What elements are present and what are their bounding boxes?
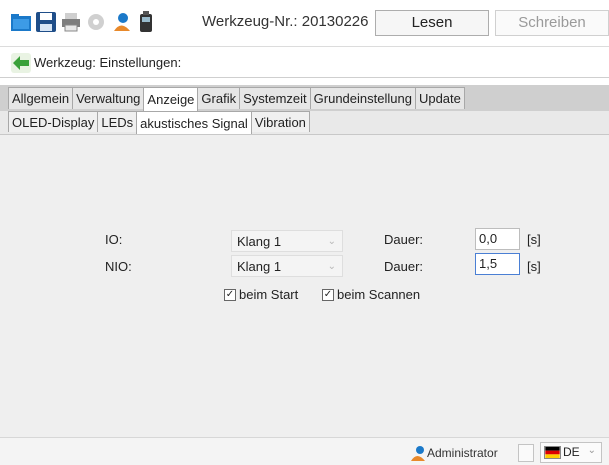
checkmark-icon: ✓ (224, 288, 236, 301)
log-list-icon[interactable] (518, 444, 534, 462)
device-icon[interactable] (135, 11, 157, 33)
user-icon[interactable] (110, 11, 132, 33)
header-bar: Werkzeug: Einstellungen: (0, 46, 609, 78)
nio-unit-label: [s] (527, 259, 541, 274)
io-duration-input[interactable]: 0,0 (475, 228, 520, 250)
back-arrow-icon[interactable] (11, 53, 31, 73)
nio-sound-select[interactable]: Klang 1 ⌄ (231, 255, 343, 277)
tab-anzeige[interactable]: Anzeige (143, 87, 199, 111)
read-button[interactable]: Lesen (375, 10, 489, 36)
nio-duration-input[interactable]: 1,5 (475, 253, 520, 275)
language-value: DE (563, 445, 580, 459)
german-flag-icon (544, 446, 561, 459)
tab-grafik[interactable]: Grafik (197, 87, 241, 109)
nio-sound-value: Klang 1 (237, 259, 282, 274)
save-icon[interactable] (35, 11, 57, 33)
io-unit-label: [s] (527, 232, 541, 247)
sub-tab-bar: OLED-Display LEDs akustisches Signal Vib… (0, 111, 609, 135)
user-icon (411, 446, 425, 461)
nio-duration-label: Dauer: (384, 259, 424, 274)
toolbar: Werkzeug-Nr.: 20130226 Lesen Schreiben (0, 0, 609, 46)
tab-verwaltung[interactable]: Verwaltung (72, 87, 145, 109)
tab-oled-display[interactable]: OLED-Display (8, 111, 99, 132)
settings-icon[interactable] (85, 11, 107, 33)
tab-allgemein[interactable]: Allgemein (8, 87, 74, 109)
io-duration-label: Dauer: (384, 232, 424, 247)
io-sound-select[interactable]: Klang 1 ⌄ (231, 230, 343, 252)
write-button[interactable]: Schreiben (495, 10, 609, 36)
settings-panel: IO: Klang 1 ⌄ Dauer: 0,0 [s] NIO: Klang … (0, 135, 609, 437)
tab-systemzeit[interactable]: Systemzeit (239, 87, 311, 109)
current-user: Administrator (427, 446, 498, 460)
tab-update[interactable]: Update (414, 87, 465, 109)
tab-vibration[interactable]: Vibration (250, 111, 310, 132)
main-tab-bar: Allgemein Verwaltung Anzeige Grafik Syst… (0, 85, 609, 111)
print-icon[interactable] (60, 11, 82, 33)
language-select[interactable]: DE ⌄ (540, 442, 602, 463)
io-label: IO: (105, 232, 123, 247)
tab-akustisches-signal[interactable]: akustisches Signal (136, 111, 252, 134)
chevron-down-icon: ⌄ (327, 261, 336, 272)
page-title: Werkzeug: Einstellungen: (34, 55, 182, 70)
open-folder-icon[interactable] (10, 11, 32, 33)
chevron-down-icon: ⌄ (587, 445, 596, 456)
nio-label: NIO: (105, 259, 132, 274)
tab-grundeinstellung[interactable]: Grundeinstellung (309, 87, 416, 109)
on-scan-label: beim Scannen (337, 287, 421, 302)
checkmark-icon: ✓ (322, 288, 334, 301)
on-start-label: beim Start (239, 287, 299, 302)
tab-leds[interactable]: LEDs (97, 111, 138, 132)
tool-number-title: Werkzeug-Nr.: 20130226 (202, 13, 369, 30)
io-sound-value: Klang 1 (237, 234, 282, 249)
chevron-down-icon: ⌄ (327, 236, 336, 247)
on-start-checkbox[interactable]: ✓ beim Start (224, 287, 298, 302)
status-bar: Administrator DE ⌄ (0, 437, 609, 465)
on-scan-checkbox[interactable]: ✓ beim Scannen (322, 287, 420, 302)
